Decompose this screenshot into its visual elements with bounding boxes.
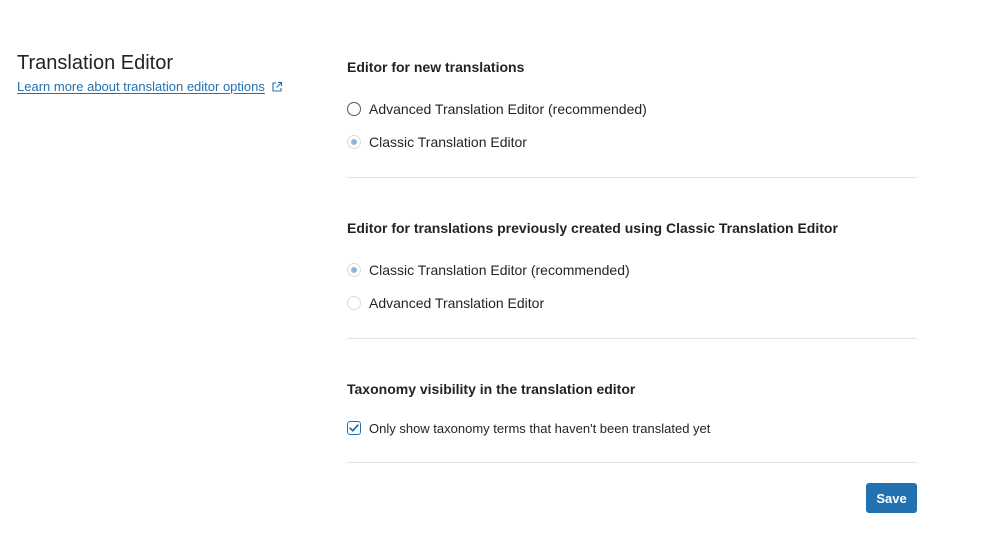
radio-option-previous-advanced[interactable]: Advanced Translation Editor (347, 293, 544, 313)
radio-label-new-advanced: Advanced Translation Editor (recommended… (369, 101, 647, 117)
radio-option-new-advanced[interactable]: Advanced Translation Editor (recommended… (347, 99, 647, 119)
radio-option-new-classic[interactable]: Classic Translation Editor (347, 132, 527, 152)
section-divider (347, 338, 917, 339)
section-info: Translation Editor Learn more about tran… (17, 51, 317, 96)
radio-new-classic[interactable] (347, 135, 361, 149)
learn-more-link-label: Learn more about translation editor opti… (17, 79, 265, 94)
taxonomy-checkbox-label: Only show taxonomy terms that haven't be… (369, 420, 711, 436)
previous-translations-heading: Editor for translations previously creat… (347, 220, 838, 236)
save-button[interactable]: Save (866, 483, 917, 513)
settings-page: Translation Editor Learn more about tran… (0, 0, 989, 542)
section-title: Translation Editor (17, 52, 173, 74)
checkmark-icon (349, 424, 359, 432)
new-translations-heading: Editor for new translations (347, 59, 525, 75)
radio-option-previous-classic[interactable]: Classic Translation Editor (recommended) (347, 260, 630, 280)
radio-label-previous-classic: Classic Translation Editor (recommended) (369, 262, 630, 278)
radio-previous-classic[interactable] (347, 263, 361, 277)
section-divider (347, 462, 917, 463)
taxonomy-heading: Taxonomy visibility in the translation e… (347, 381, 636, 397)
radio-previous-advanced[interactable] (347, 296, 361, 310)
taxonomy-checkbox-option[interactable]: Only show taxonomy terms that haven't be… (347, 418, 710, 438)
section-divider (347, 177, 917, 178)
radio-new-advanced[interactable] (347, 102, 361, 116)
learn-more-link[interactable]: Learn more about translation editor opti… (17, 78, 283, 96)
external-link-icon (272, 81, 282, 92)
radio-label-previous-advanced: Advanced Translation Editor (369, 295, 545, 311)
radio-label-new-classic: Classic Translation Editor (369, 134, 527, 150)
taxonomy-checkbox[interactable] (347, 421, 361, 435)
